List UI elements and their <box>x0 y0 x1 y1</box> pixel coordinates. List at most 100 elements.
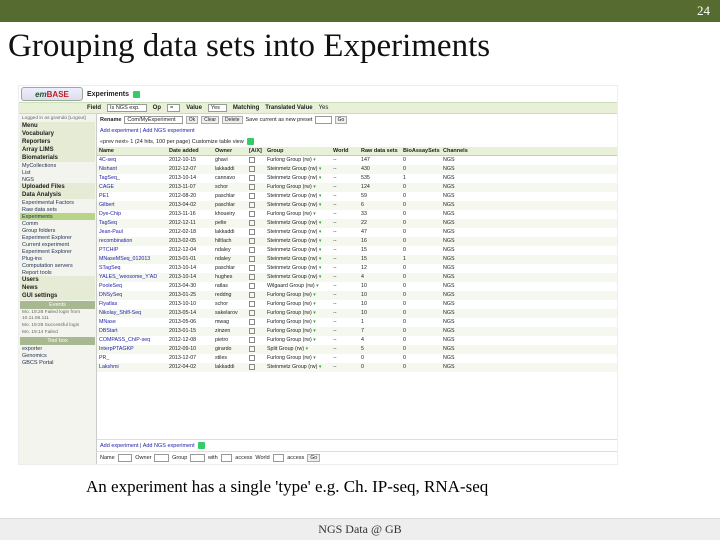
cell-checkbox[interactable] <box>247 166 265 174</box>
table-row[interactable]: recombination2013-02-05hiltlachSteinmetz… <box>97 237 617 246</box>
tool-item[interactable]: GBCS Portal <box>20 359 95 366</box>
cell-name[interactable]: PE1 <box>97 193 167 201</box>
sidebar-item[interactable]: Experiment Explorer <box>20 248 95 255</box>
cell-name[interactable]: Jean-Paul <box>97 229 167 237</box>
cell-name[interactable]: TagSeq_ <box>97 175 167 183</box>
cell-checkbox[interactable] <box>247 256 265 264</box>
cell-name[interactable]: YALES_'weosome_Y'AD <box>97 274 167 282</box>
table-row[interactable]: PooleSeq2013-04-30ratlasWilgaard Group (… <box>97 282 617 291</box>
col-group[interactable]: Group <box>265 148 331 154</box>
filter-field[interactable]: Is NGS exp. <box>107 104 147 112</box>
cell-checkbox[interactable] <box>247 175 265 183</box>
table-row[interactable]: PTCHIP2012-12-04ndaleySteinmetz Group (r… <box>97 246 617 255</box>
table-row[interactable]: TagSeq2012-12-11pelteSteinmetz Group (rw… <box>97 219 617 228</box>
sidebar-item[interactable]: Raw data sets <box>20 206 95 213</box>
filter-op[interactable]: = <box>167 104 180 112</box>
sidebar-item[interactable]: Plug-ins <box>20 255 95 262</box>
cell-name[interactable]: CAGE <box>97 184 167 192</box>
col-chan[interactable]: Channels <box>441 148 473 154</box>
cell-name[interactable]: Nishant <box>97 166 167 174</box>
cell-name[interactable]: PR_ <box>97 355 167 363</box>
sidebar-item[interactable]: Group folders <box>20 227 95 234</box>
cell-checkbox[interactable] <box>247 247 265 255</box>
table-row[interactable]: Dye-Chip2013-11-16khoueiryFurlong Group … <box>97 210 617 219</box>
table-row[interactable]: CAGE2013-11-07schorFurlong Group (rw) ▾-… <box>97 183 617 192</box>
cell-name[interactable]: COMPASS_ChIP-seq <box>97 337 167 345</box>
sidebar-item[interactable]: Computation servers <box>20 262 95 269</box>
flt-name[interactable] <box>118 454 133 462</box>
cell-checkbox[interactable] <box>247 193 265 201</box>
sidebar-item[interactable]: Experimental Factors <box>20 199 95 206</box>
cell-name[interactable]: Flyatlas <box>97 301 167 309</box>
table-row[interactable]: Nikolay_ShIfl-Seq2013-05-14sakelarovFurl… <box>97 309 617 318</box>
table-row[interactable]: TagSeq_2013-10-14cannavoSteinmetz Group … <box>97 174 617 183</box>
cell-name[interactable]: InterpPTAGKP <box>97 346 167 354</box>
cell-checkbox[interactable] <box>247 274 265 282</box>
table-row[interactable]: MNaseMSeq_0120132013-01-01ndaleySteinmet… <box>97 255 617 264</box>
ok-button[interactable]: Ok <box>186 116 198 124</box>
cell-checkbox[interactable] <box>247 346 265 354</box>
cell-checkbox[interactable] <box>247 301 265 309</box>
preset-name[interactable]: Com/MyExperiment <box>124 116 182 124</box>
clear-button[interactable]: Clear <box>201 116 219 124</box>
cell-checkbox[interactable] <box>247 337 265 345</box>
cell-name[interactable]: MNase <box>97 319 167 327</box>
cell-checkbox[interactable] <box>247 184 265 192</box>
tool-item[interactable]: exporter <box>20 345 95 352</box>
add-icon[interactable] <box>198 442 205 449</box>
tool-item[interactable]: Genomics <box>20 352 95 359</box>
flt-group[interactable] <box>190 454 205 462</box>
preset-new-name[interactable] <box>315 116 331 124</box>
table-row[interactable]: Flyatlas2013-10-10schorFurlong Group (rw… <box>97 300 617 309</box>
cell-checkbox[interactable] <box>247 328 265 336</box>
cell-name[interactable]: PooleSeq <box>97 283 167 291</box>
customize-icon[interactable] <box>247 138 254 145</box>
cell-checkbox[interactable] <box>247 292 265 300</box>
flt-with[interactable] <box>221 454 233 462</box>
sidebar-item[interactable]: Comm <box>20 220 95 227</box>
cell-checkbox[interactable] <box>247 238 265 246</box>
add-experiment-link[interactable]: Add experiment | Add NGS experiment <box>100 443 195 449</box>
table-row[interactable]: InterpPTAGKP2012-09-10girardoSplit Group… <box>97 345 617 354</box>
cell-checkbox[interactable] <box>247 319 265 327</box>
table-row[interactable]: PE12012-08-20paschlarSteinmetz Group (rw… <box>97 192 617 201</box>
cell-name[interactable]: MNaseMSeq_012013 <box>97 256 167 264</box>
sidebar-item[interactable]: Report tools <box>20 269 95 276</box>
cell-checkbox[interactable] <box>247 310 265 318</box>
sidebar-item[interactable]: Experiments <box>20 213 95 220</box>
col-raw[interactable]: Raw data sets <box>359 148 401 154</box>
flt-owner[interactable] <box>154 454 169 462</box>
cell-checkbox[interactable] <box>247 283 265 291</box>
cell-checkbox[interactable] <box>247 229 265 237</box>
cell-checkbox[interactable] <box>247 202 265 210</box>
flt-world[interactable] <box>273 454 285 462</box>
sidebar-item[interactable]: Current experiment <box>20 241 95 248</box>
cell-name[interactable]: DBStart <box>97 328 167 336</box>
sidebar-item[interactable]: Experiment Explorer <box>20 234 95 241</box>
table-row[interactable]: Nishant2012-12-07lakkaddiSteinmetz Group… <box>97 165 617 174</box>
table-row[interactable]: DNSySeq2013-01-25reddngFurlong Group (rw… <box>97 291 617 300</box>
cell-checkbox[interactable] <box>247 220 265 228</box>
add-experiment-link[interactable]: Add experiment | Add NGS experiment <box>100 128 195 134</box>
table-row[interactable]: Jean-Paul2012-02-18lakkaddiSteinmetz Gro… <box>97 228 617 237</box>
cell-name[interactable]: TagSeq <box>97 220 167 228</box>
cell-checkbox[interactable] <box>247 355 265 363</box>
filter-value[interactable]: Yes <box>208 104 227 112</box>
delete-button[interactable]: Delete <box>222 116 242 124</box>
col-owner[interactable]: Owner <box>213 148 247 154</box>
cell-name[interactable]: PTCHIP <box>97 247 167 255</box>
sidebar-item[interactable]: List <box>20 169 95 176</box>
table-row[interactable]: Lakshmi2012-04-02lakkaddiSteinmetz Group… <box>97 363 617 372</box>
cell-name[interactable]: Nikolay_ShIfl-Seq <box>97 310 167 318</box>
col-ax[interactable]: [A/X] <box>247 148 265 154</box>
pager-text[interactable]: «prev next» 1 (24 hits, 100 per page) Cu… <box>100 139 244 145</box>
cell-name[interactable]: recombination <box>97 238 167 246</box>
sidebar-item[interactable]: NGS <box>20 176 95 183</box>
col-name[interactable]: Name <box>97 148 167 154</box>
go-button[interactable]: Go <box>307 454 320 462</box>
table-row[interactable]: 4C-seq2012-10-15ghaviFurlong Group (rw) … <box>97 156 617 165</box>
cell-checkbox[interactable] <box>247 364 265 372</box>
col-date[interactable]: Date added <box>167 148 213 154</box>
cell-checkbox[interactable] <box>247 265 265 273</box>
col-bio[interactable]: BioAssaySets <box>401 148 441 154</box>
